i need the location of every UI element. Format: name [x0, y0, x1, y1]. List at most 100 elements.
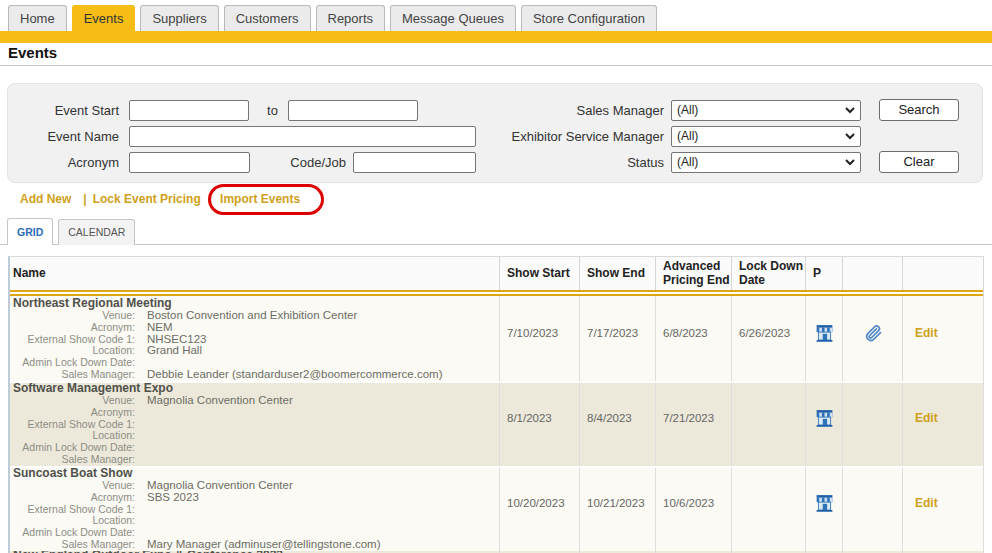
action-links: Add New | Lock Event Pricing | Import Ev… [20, 192, 300, 207]
chevron-down-icon [845, 107, 855, 114]
acronym-label: Acronym: [13, 407, 135, 419]
nav-tab-reports[interactable]: Reports [316, 5, 386, 31]
nav-tab-store-configuration[interactable]: Store Configuration [521, 5, 657, 31]
sales-manager-selected-value: (All) [677, 103, 698, 117]
sales-manager-select[interactable]: (All) [671, 100, 861, 121]
event-start-label: Event Start [8, 100, 119, 121]
nav-tab-suppliers[interactable]: Suppliers [140, 5, 218, 31]
location-value [135, 430, 147, 442]
event-start-to-input[interactable] [288, 100, 418, 121]
attachment-cell [843, 296, 903, 381]
acronym-label: Acronym [8, 152, 119, 173]
store-cell [806, 381, 843, 466]
title-divider [0, 65, 992, 66]
acronym-value: NEM [135, 322, 173, 334]
sales-manager-label: Sales Manager: [13, 369, 135, 381]
storefront-icon[interactable] [814, 322, 835, 344]
lock-event-pricing-link[interactable]: Lock Event Pricing [93, 192, 201, 207]
table-row: Software Management Expo Venue:Magnolia … [10, 381, 983, 466]
admin-lock-down-value [135, 357, 147, 369]
column-header-edit [903, 257, 984, 290]
status-selected-value: (All) [677, 155, 698, 169]
nav-tab-events[interactable]: Events [72, 5, 136, 31]
store-cell [806, 466, 843, 551]
acronym-label: Acronym: [13, 492, 135, 504]
code-job-label: Code/Job [208, 152, 346, 173]
action-separator: | [83, 192, 86, 207]
paperclip-icon[interactable] [863, 323, 883, 343]
sales-manager-value: Mary Manager (adminuser@tellingstone.com… [135, 539, 380, 551]
show-end-cell: 8/4/2023 [580, 381, 656, 466]
admin-lock-down-value [135, 527, 147, 539]
advanced-pricing-end-cell: 10/6/2023 [656, 466, 732, 551]
lock-down-date-cell: 6/26/2023 [732, 296, 806, 381]
table-row: Suncoast Boat Show Venue:Magnolia Conven… [10, 466, 983, 551]
tab-calendar[interactable]: CALENDAR [58, 219, 135, 245]
lock-down-date-cell [732, 466, 806, 551]
column-header-show-end: Show End [580, 257, 656, 290]
tab-grid[interactable]: GRID [7, 218, 53, 245]
lock-down-date-cell [732, 381, 806, 466]
top-navigation: Home Events Suppliers Customers Reports … [8, 5, 657, 31]
show-start-cell: 8/1/2023 [500, 381, 580, 466]
page-title: Events [8, 44, 57, 61]
column-header-attachment [843, 257, 903, 290]
chevron-down-icon [845, 159, 855, 166]
exhibitor-service-manager-select[interactable]: (All) [671, 126, 861, 147]
acronym-value [135, 407, 147, 419]
sales-manager-label: Sales Manager [408, 100, 664, 121]
show-end-cell: 7/17/2023 [580, 296, 656, 381]
column-header-name: Name [10, 257, 500, 290]
acronym-label: Acronym: [13, 322, 135, 334]
edit-link[interactable]: Edit [915, 411, 938, 425]
edit-link[interactable]: Edit [915, 496, 938, 510]
attachment-cell [843, 381, 903, 466]
event-name-label: Event Name [8, 126, 119, 147]
clear-button[interactable]: Clear [879, 151, 959, 173]
external-show-code-value [135, 504, 147, 516]
external-show-code-value [135, 419, 147, 431]
column-header-advanced-pricing-end: Advanced Pricing End [656, 257, 732, 290]
show-start-cell: 10/20/2023 [500, 466, 580, 551]
accent-bar [0, 31, 992, 43]
store-cell [806, 296, 843, 381]
sales-manager-label: Sales Manager: [13, 539, 135, 551]
filter-panel: Event Start to Event Name Acronym Code/J… [7, 83, 983, 183]
view-tabs: GRID CALENDAR [0, 218, 992, 245]
add-new-link[interactable]: Add New [20, 192, 71, 207]
exhibitor-service-manager-selected-value: (All) [677, 129, 698, 143]
venue-value: Magnolia Convention Center [135, 395, 293, 407]
acronym-value: SBS 2023 [135, 492, 199, 504]
nav-tab-message-queues[interactable]: Message Queues [390, 5, 516, 31]
attachment-cell [843, 466, 903, 551]
exhibitor-service-manager-label: Exhibitor Service Manager [408, 126, 664, 147]
column-header-p: P [806, 257, 843, 290]
storefront-icon[interactable] [814, 407, 835, 429]
storefront-icon[interactable] [814, 492, 835, 514]
column-header-show-start: Show Start [500, 257, 580, 290]
event-start-input[interactable] [129, 100, 249, 121]
search-button[interactable]: Search [879, 99, 959, 121]
events-table: Name Show Start Show End Advanced Pricin… [8, 256, 984, 553]
sales-manager-value: Debbie Leander (standarduser2@boomercomm… [135, 369, 442, 381]
advanced-pricing-end-cell: 6/8/2023 [656, 296, 732, 381]
location-value: Grand Hall [135, 345, 202, 357]
annotation-circle [208, 184, 324, 215]
table-header-row: Name Show Start Show End Advanced Pricin… [10, 257, 983, 290]
sales-manager-value [135, 454, 147, 466]
status-label: Status [408, 152, 664, 173]
sales-manager-label: Sales Manager: [13, 454, 135, 466]
show-start-cell: 7/10/2023 [500, 296, 580, 381]
show-end-cell: 10/21/2023 [580, 466, 656, 551]
to-label: to [257, 100, 288, 121]
nav-tab-customers[interactable]: Customers [224, 5, 311, 31]
column-header-lock-down-date: Lock Down Date [732, 257, 806, 290]
nav-tab-home[interactable]: Home [8, 5, 67, 31]
table-row: Northeast Regional Meeting Venue:Boston … [10, 296, 983, 381]
advanced-pricing-end-cell: 7/21/2023 [656, 381, 732, 466]
status-select[interactable]: (All) [671, 152, 861, 173]
admin-lock-down-value [135, 442, 147, 454]
edit-link[interactable]: Edit [915, 326, 938, 340]
chevron-down-icon [845, 133, 855, 140]
location-value [135, 515, 147, 527]
